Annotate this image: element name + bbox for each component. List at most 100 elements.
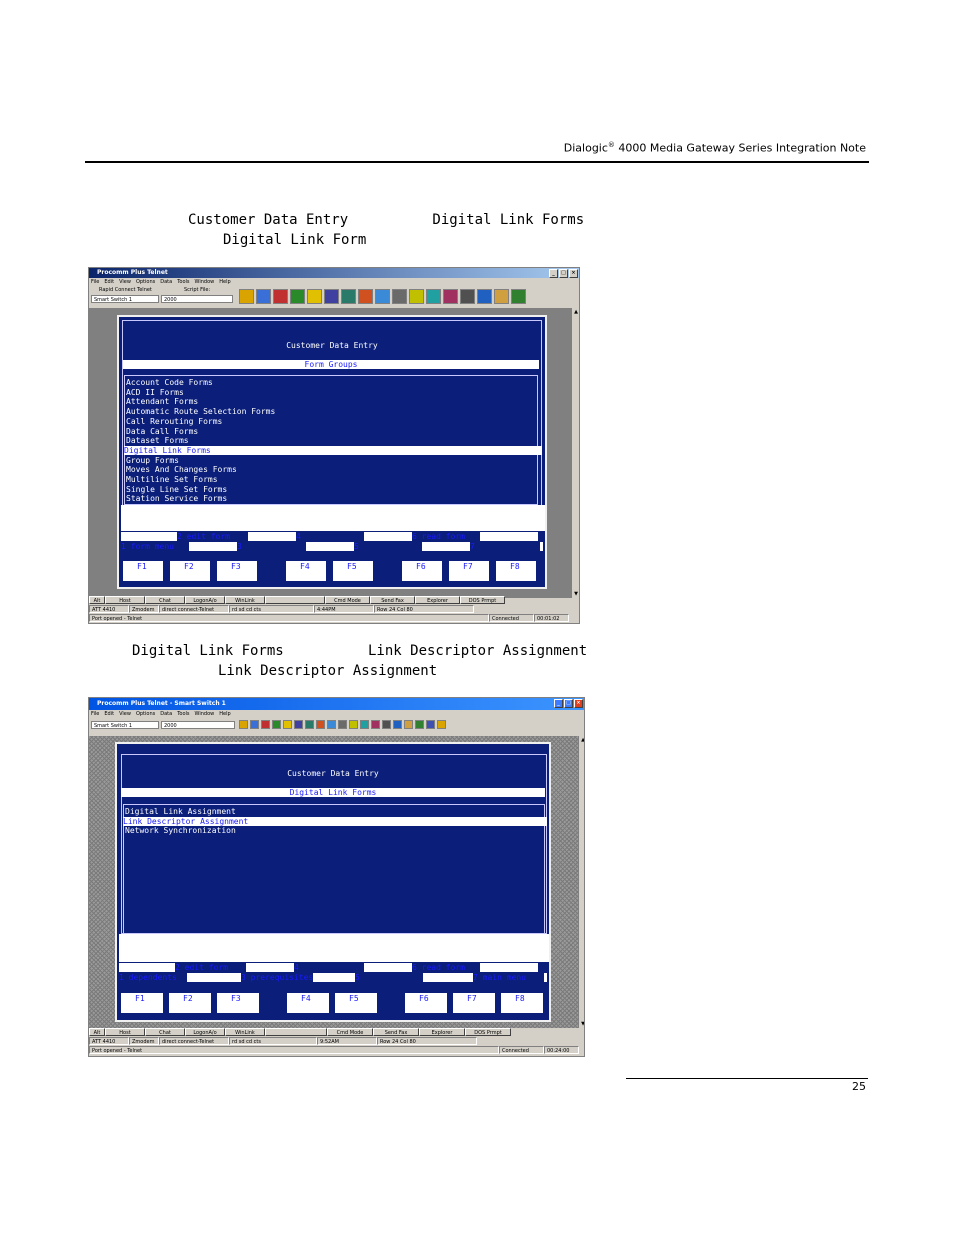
menu-item-data[interactable]: Data <box>160 710 172 718</box>
function-key-f2[interactable]: F2 <box>169 993 211 1013</box>
macro-button-dos-prmpt[interactable]: DOS Prmpt <box>460 596 505 604</box>
list-item[interactable]: Group Forms <box>126 456 179 466</box>
menu-item-file[interactable]: File <box>91 710 99 718</box>
toolbar-button-icon[interactable] <box>393 720 402 729</box>
macro-button-logona-o[interactable]: LogonA/o <box>185 1028 225 1036</box>
close-button[interactable]: × <box>569 269 578 278</box>
toolbar-button-icon[interactable] <box>426 289 441 304</box>
menu-item-options[interactable]: Options <box>136 278 155 286</box>
macro-button-chat[interactable]: Chat <box>145 1028 185 1036</box>
toolbar-button-icon[interactable] <box>426 720 435 729</box>
maximize-button[interactable]: □ <box>564 699 573 708</box>
toolbar-button-icon[interactable] <box>415 720 424 729</box>
soft-key-7[interactable]: 7 <box>470 542 475 551</box>
macro-button-blank[interactable] <box>265 596 325 604</box>
soft-key-2[interactable]: 2 edit form <box>175 963 228 972</box>
toolbar-button-icon[interactable] <box>256 289 271 304</box>
macro-button-winlink[interactable]: WinLink <box>225 596 265 604</box>
menu-item-options[interactable]: Options <box>136 710 155 718</box>
toolbar-button-icon[interactable] <box>239 720 248 729</box>
toolbar-button-icon[interactable] <box>349 720 358 729</box>
toolbar-button-icon[interactable] <box>290 289 305 304</box>
toolbar-button-icon[interactable] <box>341 289 356 304</box>
macro-button-winlink[interactable]: WinLink <box>225 1028 265 1036</box>
list-item[interactable]: Data Call Forms <box>126 427 198 437</box>
macro-button-explorer[interactable]: Explorer <box>419 1028 465 1036</box>
list-item[interactable]: Station Service Forms <box>126 494 227 504</box>
toolbar-button-icon[interactable] <box>283 720 292 729</box>
soft-key-5[interactable]: 5 <box>354 542 359 551</box>
menu-item-view[interactable]: View <box>119 278 131 286</box>
macro-button-alt[interactable]: Alt <box>89 1028 105 1036</box>
macro-button-blank[interactable] <box>265 1028 327 1036</box>
function-key-f8[interactable]: F8 <box>496 561 536 581</box>
soft-key-6[interactable]: 6 read form <box>412 532 465 541</box>
toolbar-button-icon[interactable] <box>307 289 322 304</box>
list-item[interactable]: Call Rerouting Forms <box>126 417 222 427</box>
toolbar-button-icon[interactable] <box>294 720 303 729</box>
list-item[interactable]: ACD II Forms <box>126 388 184 398</box>
toolbar-button-icon[interactable] <box>250 720 259 729</box>
list-item[interactable]: Account Code Forms <box>126 378 213 388</box>
function-key-f6[interactable]: F6 <box>405 993 447 1013</box>
soft-key-2[interactable]: 2 edit form <box>177 532 230 541</box>
function-key-f1[interactable]: F1 <box>123 561 163 581</box>
toolbar-button-icon[interactable] <box>382 720 391 729</box>
toolbar-button-icon[interactable] <box>443 289 458 304</box>
menu-item-file[interactable]: File <box>91 278 99 286</box>
menu-item-edit[interactable]: Edit <box>104 278 114 286</box>
toolbar-button-icon[interactable] <box>477 289 492 304</box>
list-item[interactable]: Attendant Forms <box>126 397 198 407</box>
list-item[interactable]: Single Line Set Forms <box>126 485 227 495</box>
list-item[interactable]: Dataset Forms <box>126 436 189 446</box>
toolbar-button-icon[interactable] <box>273 289 288 304</box>
soft-key-3[interactable]: 3 prerequisites <box>241 973 314 982</box>
menu-item-view[interactable]: View <box>119 710 131 718</box>
function-key-f8[interactable]: F8 <box>501 993 543 1013</box>
soft-key-5[interactable]: 5 <box>355 973 360 982</box>
toolbar-button-icon[interactable] <box>409 289 424 304</box>
toolbar-button-icon[interactable] <box>392 289 407 304</box>
menu-item-window[interactable]: Window <box>195 278 215 286</box>
soft-key-4[interactable]: 4 <box>296 532 301 541</box>
list-item[interactable]: Automatic Route Selection Forms <box>126 407 275 417</box>
macro-button-chat[interactable]: Chat <box>145 596 185 604</box>
menu-item-tools[interactable]: Tools <box>177 278 189 286</box>
soft-key-6[interactable]: 6 read form <box>412 963 465 972</box>
menu-item-help[interactable]: Help <box>219 278 230 286</box>
list-item-selected[interactable]: Digital Link Forms <box>124 445 542 455</box>
soft-key-1[interactable]: 1 dependents <box>119 973 177 982</box>
vertical-scrollbar[interactable]: ▲ ▼ <box>571 308 579 598</box>
toolbar-button-icon[interactable] <box>460 289 475 304</box>
list-item[interactable]: Multiline Set Forms <box>126 475 218 485</box>
function-key-f3[interactable]: F3 <box>217 561 257 581</box>
toolbar-button-icon[interactable] <box>511 289 526 304</box>
function-key-f7[interactable]: F7 <box>453 993 495 1013</box>
macro-button-cmd-mode[interactable]: Cmd Mode <box>325 596 370 604</box>
toolbar-button-icon[interactable] <box>327 720 336 729</box>
minimize-button[interactable]: _ <box>554 699 563 708</box>
toolbar-button-icon[interactable] <box>305 720 314 729</box>
macro-button-host[interactable]: Host <box>105 1028 145 1036</box>
soft-key-3[interactable]: 3 <box>237 542 242 551</box>
function-key-f4[interactable]: F4 <box>286 561 326 581</box>
script-combo[interactable]: 2000 <box>161 721 235 729</box>
toolbar-button-icon[interactable] <box>437 720 446 729</box>
function-key-f1[interactable]: F1 <box>121 993 163 1013</box>
vertical-scrollbar[interactable]: ▲ ▼ <box>578 736 584 1028</box>
toolbar-button-icon[interactable] <box>316 720 325 729</box>
toolbar-button-icon[interactable] <box>494 289 509 304</box>
function-key-f7[interactable]: F7 <box>449 561 489 581</box>
list-item-selected[interactable]: Link Descriptor Assignment <box>123 816 547 826</box>
menu-item-edit[interactable]: Edit <box>104 710 114 718</box>
toolbar-button-icon[interactable] <box>338 720 347 729</box>
toolbar-button-icon[interactable] <box>239 289 254 304</box>
minimize-button[interactable]: _ <box>549 269 558 278</box>
macro-button-dos-prmpt[interactable]: DOS Prmpt <box>465 1028 511 1036</box>
function-key-f5[interactable]: F5 <box>335 993 377 1013</box>
function-key-f6[interactable]: F6 <box>402 561 442 581</box>
function-key-f3[interactable]: F3 <box>217 993 259 1013</box>
macro-button-cmd-mode[interactable]: Cmd Mode <box>327 1028 373 1036</box>
menu-item-data[interactable]: Data <box>160 278 172 286</box>
toolbar-button-icon[interactable] <box>261 720 270 729</box>
